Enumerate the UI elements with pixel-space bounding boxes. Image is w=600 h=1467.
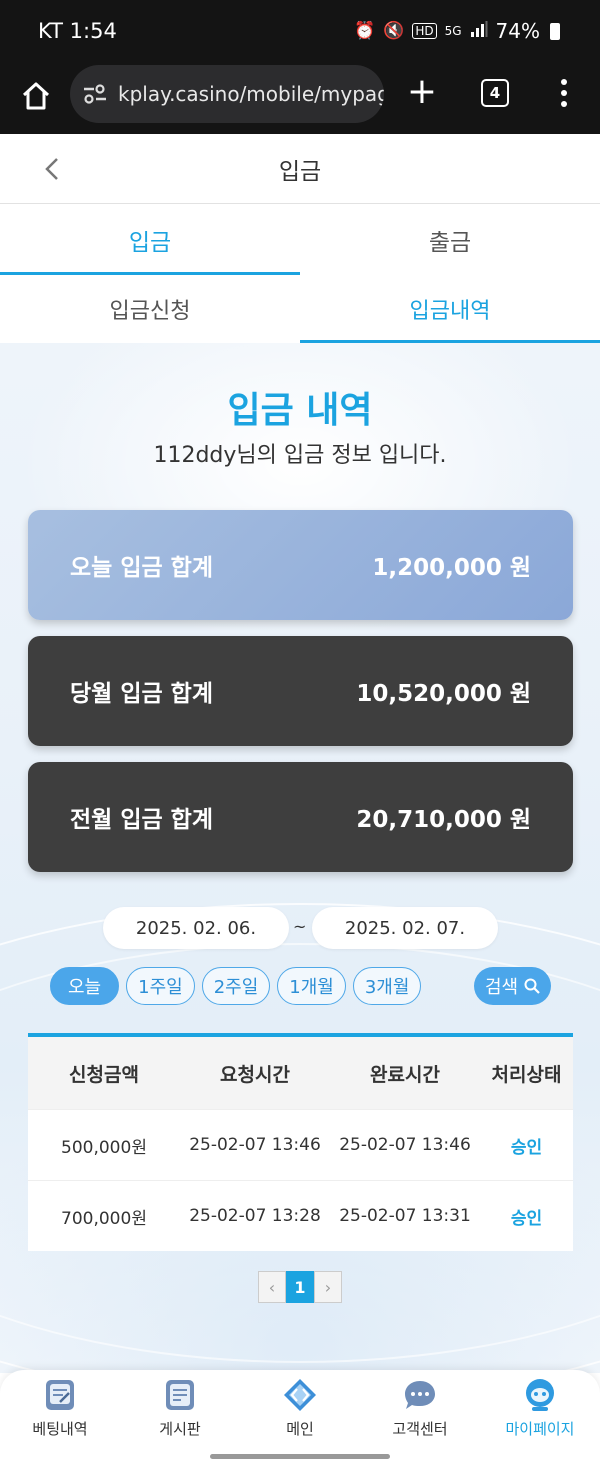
header-amount: 신청금액 (69, 1063, 139, 1086)
battery-percent: 74% (495, 19, 540, 43)
prev-page-button[interactable]: ‹ (258, 1271, 286, 1303)
month-total-amount: 10,520,000 원 (356, 681, 531, 707)
main-icon (284, 1379, 316, 1411)
browser-toolbar: kplay.casino/mobile/mypag + 4 (0, 62, 600, 134)
tab-deposit-history[interactable]: 입금내역 (300, 275, 600, 343)
filter-today-button[interactable]: 오늘 (50, 967, 120, 1005)
mute-icon: 🔇 (383, 21, 405, 41)
tab-withdraw[interactable]: 출금 (300, 205, 600, 275)
cell-completed: 25-02-07 13:31 (339, 1206, 471, 1226)
address-bar[interactable]: kplay.casino/mobile/mypag (70, 65, 384, 123)
url-text: kplay.casino/mobile/mypag (118, 82, 384, 106)
5g-icon: 5G (444, 24, 462, 38)
prev-month-total-amount: 20,710,000 원 (356, 807, 531, 833)
today-total-card: 오늘 입금 합계 1,200,000 원 (28, 510, 573, 620)
new-tab-icon[interactable]: + (405, 74, 439, 111)
cell-requested: 25-02-07 13:46 (189, 1135, 321, 1155)
today-total-label: 오늘 입금 합계 (70, 555, 213, 581)
filter-2week-button[interactable]: 2주일 (201, 967, 271, 1005)
mypage-icon (526, 1379, 554, 1411)
status-bar: KT 1:54 ⏰ 🔇 HD 5G 74% (0, 0, 600, 62)
filter-1week-button[interactable]: 1주일 (126, 967, 195, 1005)
cell-requested: 25-02-07 13:28 (189, 1206, 321, 1226)
section-title: 입금 내역 (227, 390, 373, 431)
date-to-input[interactable]: 2025. 02. 07. (312, 907, 498, 949)
main-tabs: 입금 출금 (0, 205, 600, 275)
signal-icon (470, 20, 488, 42)
home-icon[interactable] (20, 80, 52, 112)
site-settings-icon[interactable] (82, 83, 108, 105)
next-page-button[interactable]: › (314, 1271, 342, 1303)
alarm-icon: ⏰ (354, 21, 376, 41)
section-subtitle: 112ddy님의 입금 정보 입니다. (153, 443, 447, 468)
status-icons: ⏰ 🔇 HD 5G 74% (354, 19, 560, 43)
today-total-amount: 1,200,000 원 (372, 555, 531, 581)
nav-board-label: 게시판 (159, 1420, 201, 1438)
chat-icon (405, 1381, 435, 1409)
nav-customer-center-label: 고객센터 (392, 1420, 448, 1438)
prev-month-total-label: 전월 입금 합계 (70, 807, 213, 833)
cell-amount: 700,000원 (61, 1208, 147, 1229)
deposit-history-content: 입금 내역 112ddy님의 입금 정보 입니다. 오늘 입금 합계 1,200… (0, 343, 600, 1373)
nav-main-label: 메인 (286, 1420, 314, 1438)
nav-mypage-label: 마이페이지 (505, 1420, 575, 1438)
nav-betting-history[interactable]: 베팅내역 (5, 1378, 115, 1439)
home-indicator (210, 1454, 390, 1459)
back-icon[interactable] (40, 156, 64, 182)
page-title: 입금 (278, 158, 322, 185)
prev-month-total-card: 전월 입금 합계 20,710,000 원 (28, 762, 573, 872)
nav-mypage[interactable]: 마이페이지 (485, 1378, 595, 1439)
hd-icon: HD (412, 23, 437, 39)
header-status: 처리상태 (491, 1063, 562, 1086)
pagination: ‹ 1 › (258, 1271, 342, 1303)
browser-menu-icon[interactable] (561, 79, 569, 109)
table-row: 500,000원 25-02-07 13:46 25-02-07 13:46 승… (28, 1109, 573, 1180)
nav-betting-history-label: 베팅내역 (32, 1420, 88, 1438)
table-header: 신청금액 요청시간 완료시간 처리상태 (28, 1037, 573, 1109)
cell-amount: 500,000원 (61, 1137, 147, 1158)
nav-board[interactable]: 게시판 (125, 1378, 235, 1439)
board-icon (166, 1380, 194, 1410)
date-range-separator: ~ (293, 917, 307, 936)
nav-customer-center[interactable]: 고객센터 (365, 1378, 475, 1439)
date-from-input[interactable]: 2025. 02. 06. (103, 907, 289, 949)
status-carrier-time: KT 1:54 (38, 19, 117, 43)
filter-1month-button[interactable]: 1개월 (277, 967, 346, 1005)
filter-3month-button[interactable]: 3개월 (352, 967, 422, 1005)
header-requested: 요청시간 (220, 1063, 290, 1086)
tab-switcher-button[interactable]: 4 (481, 79, 509, 107)
bottom-nav: 베팅내역 게시판 메인 고객센터 마이페이지 (0, 1370, 600, 1467)
search-button[interactable]: 검색 (474, 967, 551, 1005)
betting-history-icon (46, 1380, 74, 1410)
quick-filter-group: 오늘 1주일 2주일 1개월 3개월 (50, 967, 422, 1005)
cell-completed: 25-02-07 13:46 (339, 1135, 471, 1155)
deposit-history-table: 신청금액 요청시간 완료시간 처리상태 500,000원 25-02-07 13… (28, 1033, 573, 1251)
header-completed: 완료시간 (370, 1063, 440, 1086)
table-row: 700,000원 25-02-07 13:28 25-02-07 13:31 승… (28, 1180, 573, 1251)
battery-icon (550, 22, 560, 40)
sub-tabs: 입금신청 입금내역 (0, 275, 600, 343)
cell-status: 승인 (510, 1208, 543, 1229)
search-icon (524, 978, 540, 994)
search-button-label: 검색 (484, 977, 519, 998)
month-total-card: 당월 입금 합계 10,520,000 원 (28, 636, 573, 746)
tab-deposit-request[interactable]: 입금신청 (0, 275, 300, 343)
month-total-label: 당월 입금 합계 (70, 681, 213, 707)
tab-deposit[interactable]: 입금 (0, 205, 300, 275)
cell-status: 승인 (510, 1137, 543, 1158)
page-1-button[interactable]: 1 (286, 1271, 314, 1303)
nav-main[interactable]: 메인 (245, 1378, 355, 1439)
page-header: 입금 (0, 134, 600, 204)
